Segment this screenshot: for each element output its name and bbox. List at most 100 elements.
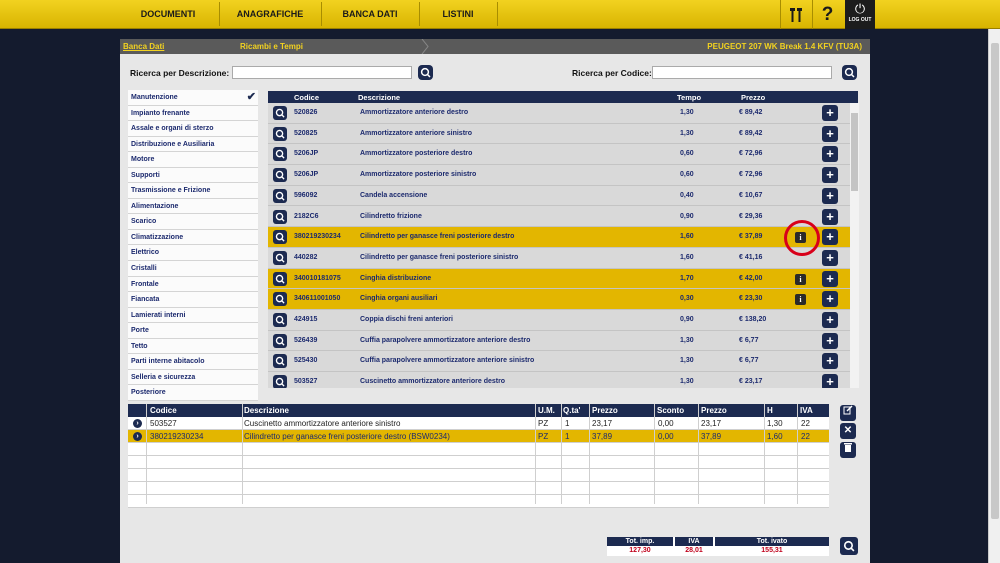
parts-row[interactable]: 503527 Cuscinetto ammortizzatore anterior… [268, 372, 858, 388]
add-part-button[interactable]: + [822, 187, 838, 204]
part-detail-button[interactable] [273, 230, 287, 245]
parts-scroll-thumb[interactable] [851, 113, 858, 191]
add-part-button[interactable]: + [822, 249, 838, 266]
nav-anagrafiche[interactable]: ANAGRAFICHE [220, 0, 320, 29]
info-icon[interactable]: i [795, 273, 806, 285]
category-item[interactable]: Elettrico [128, 245, 258, 262]
desc-search-button[interactable] [418, 65, 433, 80]
part-detail-button[interactable] [273, 313, 287, 327]
cart-cell-code: 503527 [150, 419, 177, 428]
breadcrumb-link-banca-dati[interactable]: Banca Dati [123, 42, 164, 51]
part-detail-button[interactable] [273, 354, 287, 369]
part-detail-button[interactable] [273, 168, 287, 183]
chevron-right-icon[interactable]: › [133, 419, 142, 428]
add-part-button[interactable]: + [822, 125, 838, 142]
add-part-button[interactable]: + [822, 332, 838, 349]
parts-row[interactable]: 520825 Ammortizzatore anteriore sinistro 1… [268, 123, 858, 145]
totals-search-button[interactable] [840, 537, 858, 555]
parts-row[interactable]: 2182C6 Cilindretto frizione 0,90 € 29,36 + [268, 206, 858, 228]
parts-row[interactable]: 440282 Cilindretto per ganasce freni post… [268, 247, 858, 269]
part-detail-button[interactable] [273, 333, 287, 348]
add-part-button[interactable]: + [822, 105, 838, 121]
category-item[interactable]: Alimentazione [128, 198, 258, 215]
code-search-input[interactable] [652, 66, 832, 79]
cart-row[interactable]: › 503527 Cuscinetto ammortizzatore anterio… [128, 417, 829, 430]
parts-row[interactable]: 525430 Cuffia parapolvere ammortizzatore … [268, 351, 858, 373]
parts-row[interactable]: 340611001050 Cinghia organi ausiliari 0,30… [268, 289, 858, 310]
magnifier-icon [420, 67, 431, 78]
nav-listini[interactable]: LISTINI [420, 0, 496, 29]
part-price: € 23,30 [739, 295, 763, 303]
add-part-button[interactable]: + [822, 229, 838, 246]
tools-button[interactable] [780, 0, 810, 29]
category-item[interactable]: Manutenzione ✔ [128, 90, 258, 106]
chevron-right-icon[interactable]: › [133, 432, 142, 441]
part-detail-button[interactable] [273, 106, 287, 120]
delete-row-button[interactable]: ✕ [840, 423, 856, 439]
category-item[interactable]: Cristalli [128, 261, 258, 277]
category-item[interactable]: Distribuzione e Ausiliaria [128, 136, 258, 153]
cart-row[interactable]: › 380219230234 Cilindretto per ganasce fre… [128, 430, 829, 443]
parts-row[interactable]: 596092 Candela accensione 0,40 € 10,67 + [268, 185, 858, 207]
category-item[interactable]: Climatizzazione [128, 229, 258, 246]
cart-cell-code: 380219230234 [150, 432, 204, 441]
category-item[interactable]: Fiancata [128, 292, 258, 308]
add-part-button[interactable]: + [822, 208, 838, 225]
category-item[interactable]: Lamierati interni [128, 307, 258, 324]
part-description: Ammortizzatore posteriore sinistro [360, 171, 477, 179]
trash-button[interactable] [840, 442, 856, 458]
parts-row[interactable]: 5206JP Ammortizzatore posteriore destro 0,… [268, 144, 858, 166]
add-part-button[interactable]: + [822, 291, 838, 308]
part-detail-button[interactable] [273, 126, 287, 141]
category-item[interactable]: Trasmissione e Frizione [128, 183, 258, 199]
cart-cell-net: 23,17 [701, 419, 722, 428]
category-item[interactable]: Scarico [128, 214, 258, 230]
parts-row[interactable]: 5206JP Ammortizzatore posteriore sinistro… [268, 165, 858, 186]
add-part-button[interactable]: + [822, 146, 838, 163]
add-part-button[interactable]: + [822, 312, 838, 328]
info-icon[interactable]: i [795, 294, 806, 306]
page-scroll-thumb[interactable] [991, 43, 999, 519]
category-item[interactable]: Porte [128, 323, 258, 339]
part-detail-button[interactable] [273, 188, 287, 203]
part-detail-button[interactable] [273, 209, 287, 224]
parts-row[interactable]: 340010181075 Cinghia distribuzione 1,70 € 4… [268, 268, 858, 290]
part-detail-button[interactable] [273, 375, 287, 388]
desc-search-input[interactable] [232, 66, 412, 79]
category-item[interactable]: Motore [128, 152, 258, 168]
part-detail-button[interactable] [273, 147, 287, 162]
page-scrollbar[interactable] [988, 29, 1000, 563]
parts-row[interactable]: 526439 Cuffia parapolvere ammortizzatore … [268, 330, 858, 352]
category-item[interactable]: Assale e organi di sterzo [128, 121, 258, 137]
close-icon: ✕ [843, 425, 853, 436]
parts-row[interactable]: 424915 Coppia dischi freni anteriori 0,90 €… [268, 310, 858, 331]
edit-row-button[interactable] [840, 405, 856, 421]
cart-cell-iva: 22 [801, 432, 810, 441]
logout-button[interactable]: ⏻ LOG OUT [845, 0, 875, 29]
parts-row[interactable]: 380219230234 Cilindretto per ganasce fren… [268, 227, 858, 248]
nav-banca-dati[interactable]: BANCA DATI [322, 0, 418, 29]
add-part-button[interactable]: + [822, 353, 838, 370]
cart-cell-price: 23,17 [592, 419, 613, 428]
category-item[interactable]: Parti interne abitacolo [128, 354, 258, 370]
help-button[interactable]: ? [812, 0, 842, 29]
category-item[interactable]: Supporti [128, 167, 258, 184]
total-imp-label: Tot. imp. [607, 537, 673, 546]
category-item[interactable]: Tetto [128, 338, 258, 355]
part-detail-button[interactable] [273, 250, 287, 265]
parts-scrollbar[interactable] [850, 103, 859, 388]
add-part-button[interactable]: + [822, 270, 838, 287]
add-part-button[interactable]: + [822, 374, 838, 388]
category-item[interactable]: Selleria e sicurezza [128, 369, 258, 386]
part-detail-button[interactable] [273, 292, 287, 307]
category-label: Selleria e sicurezza [131, 373, 196, 381]
category-item[interactable]: Impianto frenante [128, 105, 258, 122]
category-item[interactable]: Frontale [128, 276, 258, 293]
part-detail-button[interactable] [273, 271, 287, 286]
part-description: Cilindretto frizione [360, 212, 422, 220]
add-part-button[interactable]: + [822, 167, 838, 184]
nav-documenti[interactable]: DOCUMENTI [118, 0, 218, 29]
category-item[interactable]: Posteriore [128, 385, 258, 401]
code-search-button[interactable] [842, 65, 857, 80]
parts-row[interactable]: 520826 Ammortizzatore anteriore destro 1,3… [268, 103, 858, 124]
